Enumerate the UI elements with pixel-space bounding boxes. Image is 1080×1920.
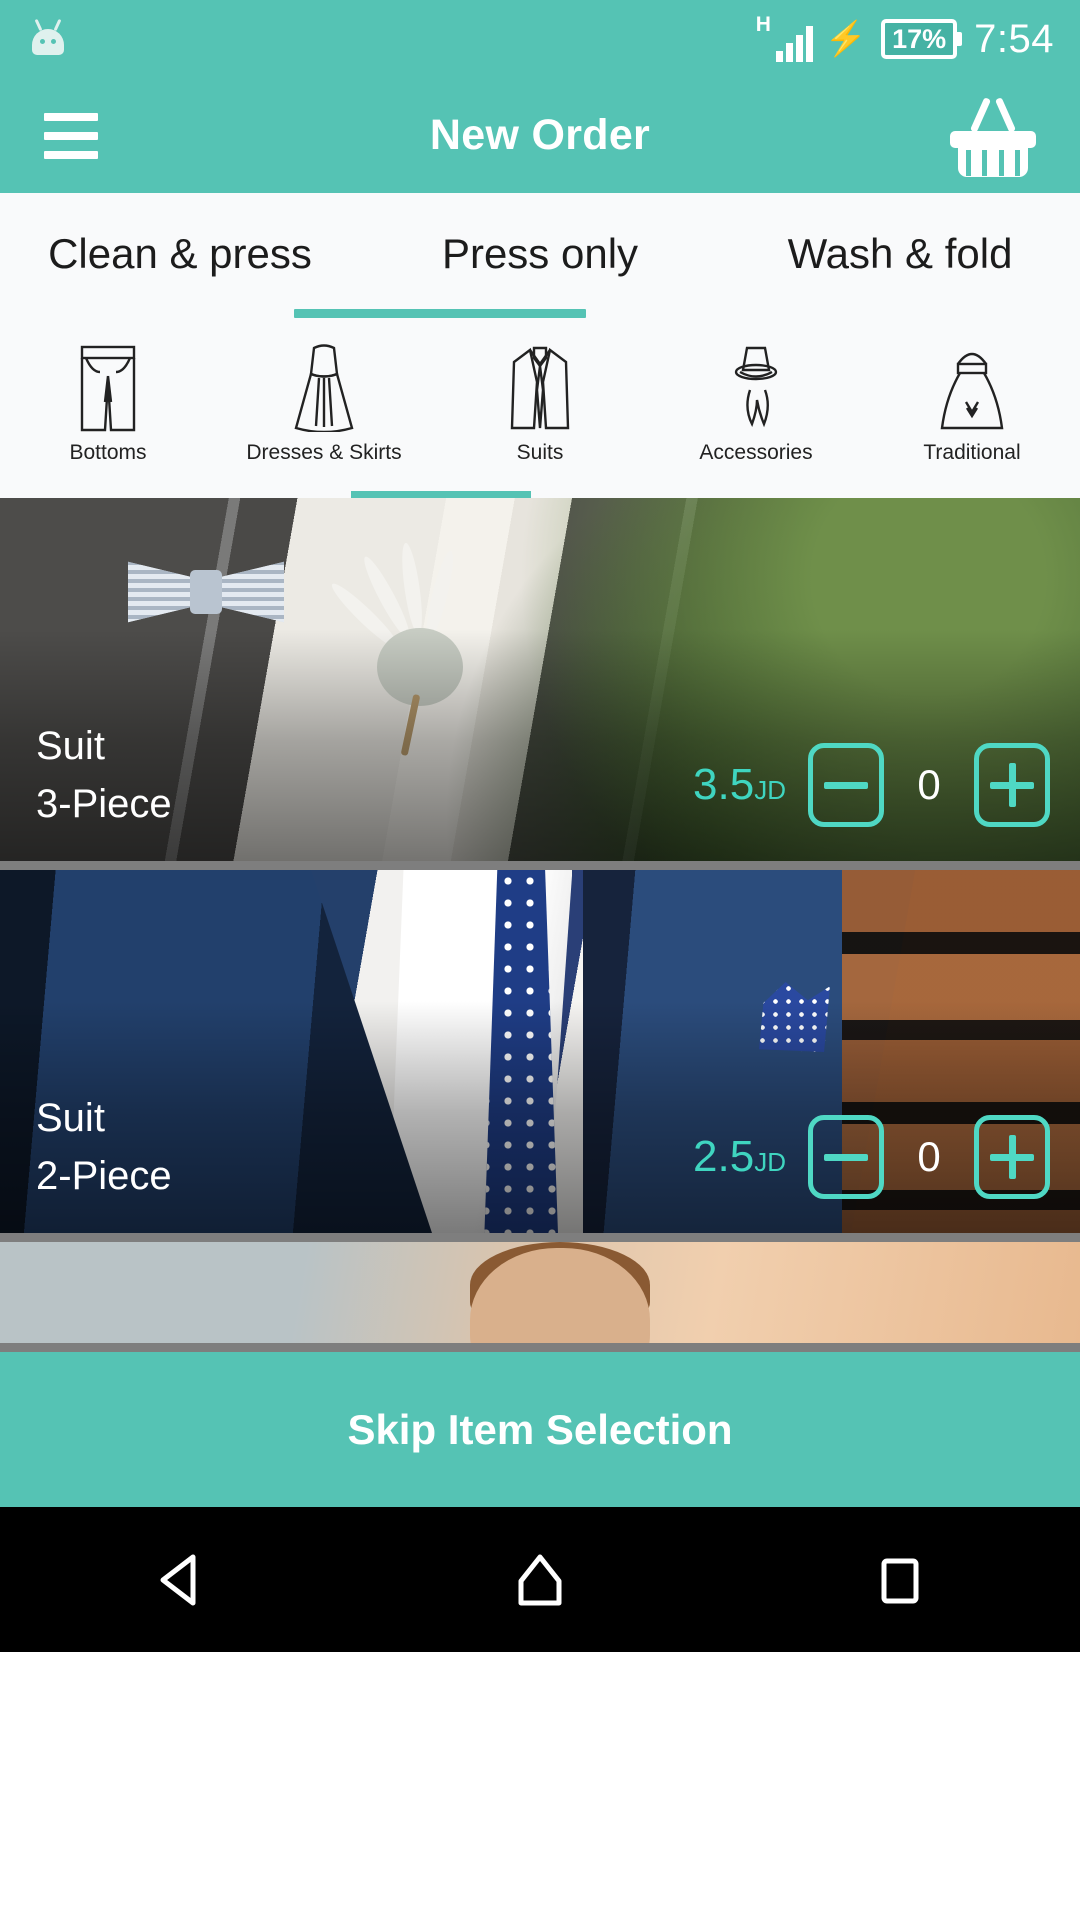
tab-clean-and-press[interactable]: Clean & press — [0, 193, 360, 328]
increase-quantity-button[interactable] — [974, 1115, 1050, 1199]
status-bar-clock: 7:54 — [974, 16, 1054, 61]
category-label: Traditional — [923, 441, 1021, 464]
product-price: 2.5JD — [693, 1135, 786, 1179]
home-icon — [518, 1554, 562, 1605]
decrease-quantity-button[interactable] — [808, 1115, 884, 1199]
status-bar-left — [26, 17, 70, 61]
app-bar: New Order — [0, 78, 1080, 193]
hamburger-menu-icon[interactable] — [44, 112, 98, 159]
trousers-icon — [80, 345, 136, 432]
battery-indicator: 17% — [881, 19, 963, 59]
tab-press-only[interactable]: Press only — [360, 193, 720, 328]
charging-bolt-icon: ⚡ — [824, 20, 868, 58]
product-actions: 2.5JD 0 — [693, 1115, 1050, 1199]
increase-quantity-button[interactable] — [974, 743, 1050, 827]
category-label: Dresses & Skirts — [246, 441, 402, 464]
category-item-suits[interactable]: Suits — [432, 328, 648, 498]
quantity-value: 0 — [917, 1133, 941, 1180]
product-image — [0, 1242, 1080, 1343]
product-subtitle: 3-Piece — [36, 782, 172, 826]
android-nav-bar — [0, 1507, 1080, 1652]
product-list: Suit 3-Piece 3.5JD 0 Suit 2-Piece 2.5JD … — [0, 498, 1080, 1352]
shopping-basket-icon[interactable] — [950, 96, 1036, 177]
page-title: New Order — [429, 111, 651, 159]
product-card[interactable]: Suit 2-Piece 2.5JD 0 — [0, 870, 1080, 1242]
network-type-label: H — [755, 13, 771, 36]
battery-percent-label: 17% — [881, 19, 958, 59]
product-info: Suit 3-Piece — [36, 717, 172, 833]
signal-bars-icon: H — [755, 13, 813, 62]
active-category-indicator — [351, 491, 531, 498]
tab-wash-and-fold: Wash & fold — [787, 229, 1013, 277]
price-value: 3.5 — [693, 760, 755, 809]
bowtie-detail — [128, 556, 284, 628]
category-label: Suits — [516, 441, 564, 464]
product-subtitle: 2-Piece — [36, 1154, 172, 1198]
product-price: 3.5JD — [693, 763, 786, 807]
dress-icon — [294, 344, 354, 432]
category-item-traditional[interactable]: Traditional — [864, 328, 1080, 498]
product-card[interactable]: Suit 3-Piece 3.5JD 0 — [0, 498, 1080, 870]
skip-item-selection-button[interactable]: Skip Item Selection — [0, 1352, 1080, 1507]
product-info: Suit 2-Piece — [36, 1089, 172, 1205]
decrease-quantity-button[interactable] — [808, 743, 884, 827]
product-title: Suit — [36, 724, 105, 768]
android-robot-icon — [26, 17, 70, 61]
thobe-icon — [940, 352, 1004, 430]
product-actions: 3.5JD 0 — [693, 743, 1050, 827]
active-tab-indicator — [294, 309, 586, 318]
quantity-value: 0 — [917, 761, 941, 808]
back-triangle-icon — [160, 1554, 196, 1605]
product-title: Suit — [36, 1096, 105, 1140]
minus-icon — [824, 1153, 868, 1161]
service-tabs: Clean & press Press only Wash & fold — [0, 193, 1080, 328]
nav-recents-button[interactable] — [810, 1507, 990, 1652]
skip-button-label: Skip Item Selection — [347, 1405, 733, 1453]
status-bar-right: H ⚡ 17% 7:54 — [755, 13, 1054, 62]
price-value: 2.5 — [693, 1132, 755, 1181]
minus-icon — [824, 781, 868, 789]
price-currency: JD — [754, 775, 786, 805]
recents-square-icon — [881, 1558, 919, 1603]
category-item-bottoms[interactable]: Bottoms — [0, 328, 216, 498]
nav-home-button[interactable] — [450, 1507, 630, 1652]
category-label: Bottoms — [69, 441, 147, 464]
hat-scarf-icon — [734, 346, 778, 428]
category-item-accessories[interactable]: Accessories — [648, 328, 864, 498]
product-card-partial[interactable] — [0, 1242, 1080, 1352]
category-label: Accessories — [699, 441, 813, 464]
price-currency: JD — [754, 1147, 786, 1177]
suit-jacket-icon — [510, 346, 570, 430]
nav-back-button[interactable] — [90, 1507, 270, 1652]
category-item-dresses-skirts[interactable]: Dresses & Skirts — [216, 328, 432, 498]
status-bar: H ⚡ 17% 7:54 — [0, 0, 1080, 78]
category-strip: Bottoms Dresses & Skirts Suits Accessori… — [0, 328, 1080, 498]
